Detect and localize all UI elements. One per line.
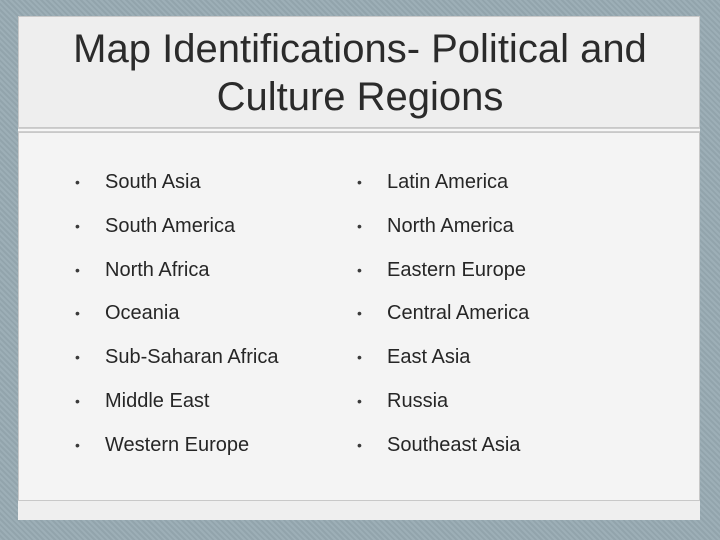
list-item: • East Asia	[357, 336, 529, 380]
bullet-icon: •	[357, 392, 362, 409]
footer-band	[18, 500, 700, 520]
bullet-icon: •	[75, 436, 80, 453]
bullet-icon: •	[357, 174, 362, 190]
right-bullet-list: • Latin America • North America • Eastern E…	[357, 161, 529, 468]
list-item: • Sub-Saharan Africa	[75, 336, 278, 380]
list-item: • Russia	[357, 380, 529, 424]
list-item: • North Africa	[75, 249, 278, 293]
list-item-label: Sub-Saharan Africa	[105, 346, 279, 369]
list-item-label: North Africa	[105, 258, 210, 281]
list-item: • North America	[357, 205, 529, 249]
bullet-icon: •	[357, 349, 362, 366]
title-panel: Map Identifications- Political and Cultu…	[18, 16, 700, 128]
bullet-icon: •	[75, 174, 80, 190]
left-bullet-list: • South Asia • South America • North Africa…	[75, 161, 278, 468]
bullet-icon: •	[75, 305, 80, 322]
bullet-icon: •	[75, 392, 80, 409]
list-item: • Western Europe	[75, 424, 278, 468]
bullet-icon: •	[75, 349, 80, 366]
list-item-label: Western Europe	[105, 433, 250, 456]
list-item-label: South America	[105, 214, 236, 237]
content-panel: • South Asia • South America • North Africa…	[18, 132, 700, 520]
list-item-label: Eastern Europe	[387, 258, 526, 281]
list-item-label: Russia	[387, 389, 449, 412]
list-item: • Southeast Asia	[357, 424, 529, 468]
list-item-label: Central America	[387, 302, 530, 325]
list-item: • South Asia	[75, 161, 278, 205]
bullet-icon: •	[357, 436, 362, 453]
bullet-icon: •	[357, 261, 362, 278]
list-item-label: Latin America	[387, 171, 509, 193]
list-item: • Oceania	[75, 292, 278, 336]
slide-title: Map Identifications- Political and Cultu…	[73, 27, 647, 119]
list-item-label: Middle East	[105, 389, 210, 412]
bullet-icon: •	[75, 217, 80, 234]
list-item-label: South Asia	[105, 171, 201, 193]
bullet-icon: •	[75, 261, 80, 278]
list-item: • South America	[75, 205, 278, 249]
list-item-label: Southeast Asia	[387, 433, 521, 456]
list-item: • Middle East	[75, 380, 278, 424]
list-item-label: East Asia	[387, 346, 471, 369]
list-item: • Eastern Europe	[357, 249, 529, 293]
list-item: • Latin America	[357, 161, 529, 205]
bullet-icon: •	[357, 305, 362, 322]
list-item: • Central America	[357, 292, 529, 336]
list-item-label: Oceania	[105, 302, 180, 325]
bullet-icon: •	[357, 217, 362, 234]
list-item-label: North America	[387, 214, 514, 237]
